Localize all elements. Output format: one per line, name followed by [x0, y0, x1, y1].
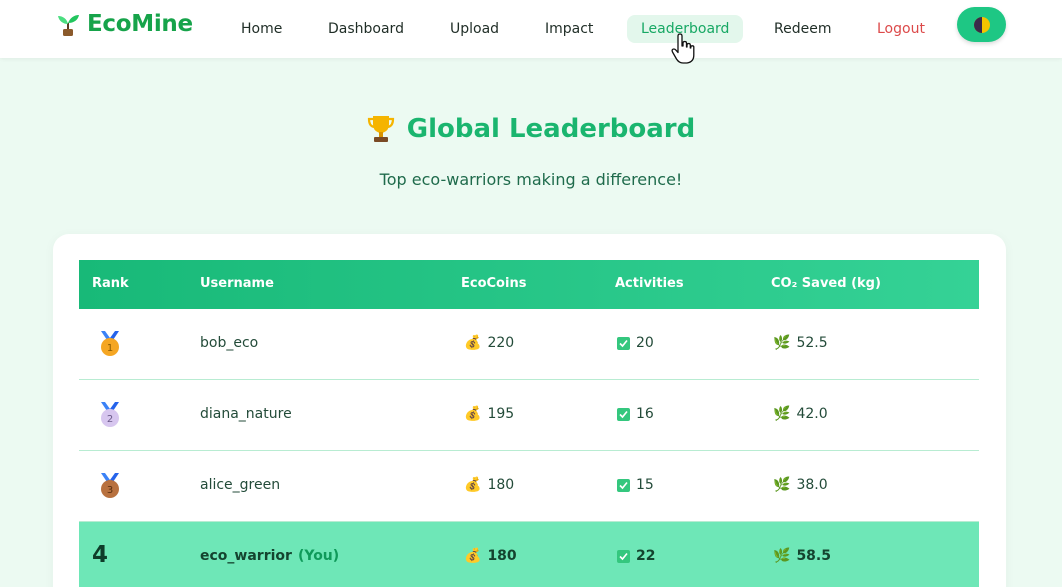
- nav-upload[interactable]: Upload: [436, 15, 513, 43]
- money-bag-icon: 💰: [464, 335, 482, 351]
- header-co2-saved: CO₂ Saved (kg): [771, 276, 881, 291]
- page-title-row: Global Leaderboard: [0, 114, 1062, 144]
- activities-value: 15: [636, 477, 654, 493]
- username-cell: eco_warrior (You): [200, 548, 339, 564]
- check-icon: [617, 478, 630, 492]
- sprout-icon: [58, 15, 79, 36]
- ecocoins-value: 195: [487, 406, 515, 422]
- co2-value: 38.0: [796, 477, 828, 493]
- co2-cell: 🌿 52.5: [773, 335, 828, 351]
- page-subtitle: Top eco-warriors making a difference!: [379, 170, 683, 189]
- leaf-icon: 🌿: [773, 477, 791, 493]
- money-bag-icon: 💰: [464, 548, 482, 564]
- money-bag-icon: 💰: [464, 406, 482, 422]
- leaderboard-table: Rank Username EcoCoins Activities CO₂ Sa…: [79, 260, 979, 587]
- rank-number: 4: [92, 542, 109, 568]
- activities-cell: 15: [617, 477, 654, 493]
- medal-rank: 1: [107, 343, 113, 354]
- table-row-current-user: 4 eco_warrior (You) 💰 180 22 🌿 58.5: [79, 522, 979, 587]
- table-row: 2 diana_nature 💰 195 16 🌿 42.0: [79, 380, 979, 451]
- leaderboard-card: Rank Username EcoCoins Activities CO₂ Sa…: [53, 234, 1006, 587]
- table-row: 3 alice_green 💰 180 15 🌿 38.0: [79, 451, 979, 522]
- bronze-medal-icon: 3: [101, 473, 119, 498]
- ecocoins-cell: 💰 180: [464, 477, 514, 493]
- activities-value: 16: [636, 406, 654, 422]
- username-cell: bob_eco: [200, 335, 259, 351]
- table-header: Rank Username EcoCoins Activities CO₂ Sa…: [79, 260, 979, 309]
- gold-medal-icon: 1: [101, 331, 119, 356]
- activities-cell: 16: [617, 406, 654, 422]
- nav-redeem[interactable]: Redeem: [760, 15, 845, 43]
- money-bag-icon: 💰: [464, 477, 482, 493]
- username-value: eco_warrior: [200, 548, 292, 564]
- check-icon: [617, 549, 630, 563]
- table-row: 1 bob_eco 💰 220 20 🌿 52.5: [79, 309, 979, 380]
- theme-toggle-button[interactable]: [957, 7, 1006, 42]
- co2-value: 52.5: [796, 335, 828, 351]
- nav-impact[interactable]: Impact: [531, 15, 607, 43]
- leaf-icon: 🌿: [773, 406, 791, 422]
- silver-medal-icon: 2: [101, 402, 119, 427]
- ecocoins-cell: 💰 180: [464, 548, 517, 564]
- leaf-icon: 🌿: [773, 335, 791, 351]
- page-title: Global Leaderboard: [406, 114, 696, 144]
- you-tag: (You): [297, 548, 340, 564]
- hand-cursor-icon: [671, 33, 695, 64]
- medal-rank: 2: [107, 414, 113, 425]
- ecocoins-value: 180: [487, 548, 517, 564]
- co2-value: 42.0: [796, 406, 828, 422]
- header-username: Username: [200, 276, 274, 291]
- activities-cell: 22: [617, 548, 655, 564]
- activities-value: 22: [636, 548, 656, 564]
- half-moon-icon: [973, 16, 990, 33]
- brand[interactable]: EcoMine: [55, 11, 193, 37]
- activities-value: 20: [636, 335, 654, 351]
- ecocoins-cell: 💰 195: [464, 406, 514, 422]
- trophy-icon: [367, 116, 394, 142]
- co2-cell: 🌿 42.0: [773, 406, 828, 422]
- co2-value: 58.5: [796, 548, 831, 564]
- check-icon: [617, 407, 630, 421]
- nav-logout[interactable]: Logout: [863, 15, 939, 43]
- nav-dashboard[interactable]: Dashboard: [314, 15, 418, 43]
- co2-cell: 🌿 58.5: [773, 548, 831, 564]
- activities-cell: 20: [617, 335, 654, 351]
- brand-name: EcoMine: [87, 11, 193, 37]
- co2-cell: 🌿 38.0: [773, 477, 828, 493]
- header-ecocoins: EcoCoins: [461, 276, 527, 291]
- leaf-icon: 🌿: [773, 548, 791, 564]
- header-activities: Activities: [615, 276, 684, 291]
- header-rank: Rank: [92, 276, 129, 291]
- ecocoins-value: 180: [487, 477, 515, 493]
- ecocoins-value: 220: [487, 335, 515, 351]
- username-cell: alice_green: [200, 477, 281, 493]
- ecocoins-cell: 💰 220: [464, 335, 514, 351]
- username-cell: diana_nature: [200, 406, 292, 422]
- nav-home[interactable]: Home: [227, 15, 296, 43]
- navbar: EcoMine Home Dashboard Upload Impact Lea…: [0, 0, 1062, 58]
- check-icon: [617, 336, 630, 350]
- medal-rank: 3: [107, 485, 113, 496]
